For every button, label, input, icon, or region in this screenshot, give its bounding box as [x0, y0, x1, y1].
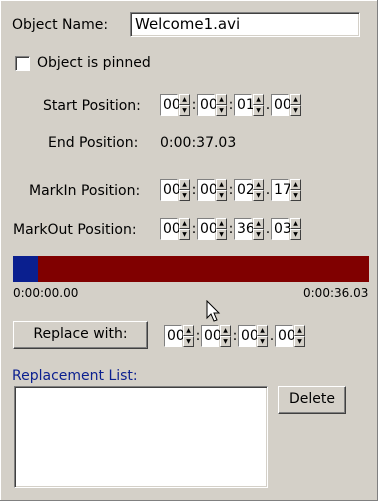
start-spinner-3: ▲ ▼ — [253, 94, 264, 116]
spin-up-icon[interactable]: ▲ — [216, 179, 227, 190]
start-spinner-1: ▲ ▼ — [179, 94, 190, 116]
mouse-cursor-icon — [206, 300, 221, 322]
replace-field-2[interactable]: 00 — [201, 325, 222, 347]
spin-up-icon[interactable]: ▲ — [253, 94, 264, 105]
markin-spinner-1: ▲ ▼ — [179, 179, 190, 201]
spin-down-icon[interactable]: ▼ — [253, 229, 264, 240]
timeline-end-label: 0:00:36.03 — [303, 286, 369, 300]
markin-position-label: MarkIn Position: — [29, 183, 141, 199]
spin-up-icon[interactable]: ▲ — [179, 218, 190, 229]
replace-field-3[interactable]: 00 — [238, 325, 259, 347]
object-name-label: Object Name: — [12, 17, 109, 33]
spin-up-icon[interactable]: ▲ — [290, 218, 301, 229]
markin-spinner-4: ▲ ▼ — [290, 179, 301, 201]
spin-up-icon[interactable]: ▲ — [253, 179, 264, 190]
markout-field-1[interactable]: 00 — [160, 218, 181, 240]
spin-up-icon[interactable]: ▲ — [216, 94, 227, 105]
replace-spinner-2: ▲ ▼ — [220, 325, 231, 347]
markout-field-3[interactable]: 36 — [234, 218, 255, 240]
spin-down-icon[interactable]: ▼ — [290, 190, 301, 201]
markin-field-2[interactable]: 00 — [197, 179, 218, 201]
spin-down-icon[interactable]: ▼ — [216, 229, 227, 240]
spin-up-icon[interactable]: ▲ — [290, 94, 301, 105]
spin-down-icon[interactable]: ▼ — [179, 105, 190, 116]
markout-field-4[interactable]: 03 — [271, 218, 292, 240]
start-position-label: Start Position: — [43, 98, 141, 114]
start-spinner-4: ▲ ▼ — [290, 94, 301, 116]
spin-up-icon[interactable]: ▲ — [257, 325, 268, 336]
object-name-input[interactable]: Welcome1.avi — [130, 12, 360, 37]
replacement-listbox[interactable] — [14, 386, 268, 488]
replace-field-1[interactable]: 00 — [164, 325, 185, 347]
timeline-bar[interactable] — [13, 256, 369, 282]
spin-up-icon[interactable]: ▲ — [179, 94, 190, 105]
replace-spinner-3: ▲ ▼ — [257, 325, 268, 347]
replace-field-4[interactable]: 00 — [275, 325, 296, 347]
markout-spinner-3: ▲ ▼ — [253, 218, 264, 240]
object-properties-panel: Object Name: Welcome1.avi Object is pinn… — [0, 0, 378, 501]
spin-up-icon[interactable]: ▲ — [220, 325, 231, 336]
replace-spinner-4: ▲ ▼ — [294, 325, 305, 347]
spin-up-icon[interactable]: ▲ — [179, 179, 190, 190]
markout-position-label: MarkOut Position: — [13, 222, 137, 238]
spin-down-icon[interactable]: ▼ — [216, 105, 227, 116]
markin-field-4[interactable]: 17 — [271, 179, 292, 201]
markin-spinner-2: ▲ ▼ — [216, 179, 227, 201]
end-position-value: 0:00:37.03 — [160, 135, 237, 151]
timeline-position-fill — [13, 256, 38, 282]
markout-field-2[interactable]: 00 — [197, 218, 218, 240]
start-field-4[interactable]: 00 — [271, 94, 292, 116]
spin-up-icon[interactable]: ▲ — [253, 218, 264, 229]
spin-down-icon[interactable]: ▼ — [253, 190, 264, 201]
markin-spinner-3: ▲ ▼ — [253, 179, 264, 201]
start-field-1[interactable]: 00 — [160, 94, 181, 116]
spin-down-icon[interactable]: ▼ — [290, 229, 301, 240]
spin-down-icon[interactable]: ▼ — [290, 105, 301, 116]
pinned-checkbox[interactable] — [15, 56, 30, 71]
spin-down-icon[interactable]: ▼ — [294, 336, 305, 347]
timeline-start-label: 0:00:00.00 — [13, 286, 79, 300]
replace-with-button[interactable]: Replace with: — [13, 321, 148, 349]
spin-up-icon[interactable]: ▲ — [216, 218, 227, 229]
start-spinner-2: ▲ ▼ — [216, 94, 227, 116]
start-field-3[interactable]: 01 — [234, 94, 255, 116]
markin-field-1[interactable]: 00 — [160, 179, 181, 201]
replace-spinner-1: ▲ ▼ — [183, 325, 194, 347]
markout-spinner-4: ▲ ▼ — [290, 218, 301, 240]
end-position-label: End Position: — [48, 135, 139, 151]
spin-up-icon[interactable]: ▲ — [183, 325, 194, 336]
spin-down-icon[interactable]: ▼ — [183, 336, 194, 347]
spin-down-icon[interactable]: ▼ — [220, 336, 231, 347]
start-field-2[interactable]: 00 — [197, 94, 218, 116]
spin-up-icon[interactable]: ▲ — [294, 325, 305, 336]
spin-up-icon[interactable]: ▲ — [290, 179, 301, 190]
markout-spinner-2: ▲ ▼ — [216, 218, 227, 240]
pinned-label: Object is pinned — [37, 55, 151, 71]
delete-button[interactable]: Delete — [278, 386, 346, 414]
spin-down-icon[interactable]: ▼ — [179, 190, 190, 201]
replacement-list-label: Replacement List: — [12, 368, 138, 384]
spin-down-icon[interactable]: ▼ — [179, 229, 190, 240]
spin-down-icon[interactable]: ▼ — [257, 336, 268, 347]
markout-spinner-1: ▲ ▼ — [179, 218, 190, 240]
markin-field-3[interactable]: 02 — [234, 179, 255, 201]
spin-down-icon[interactable]: ▼ — [253, 105, 264, 116]
spin-down-icon[interactable]: ▼ — [216, 190, 227, 201]
